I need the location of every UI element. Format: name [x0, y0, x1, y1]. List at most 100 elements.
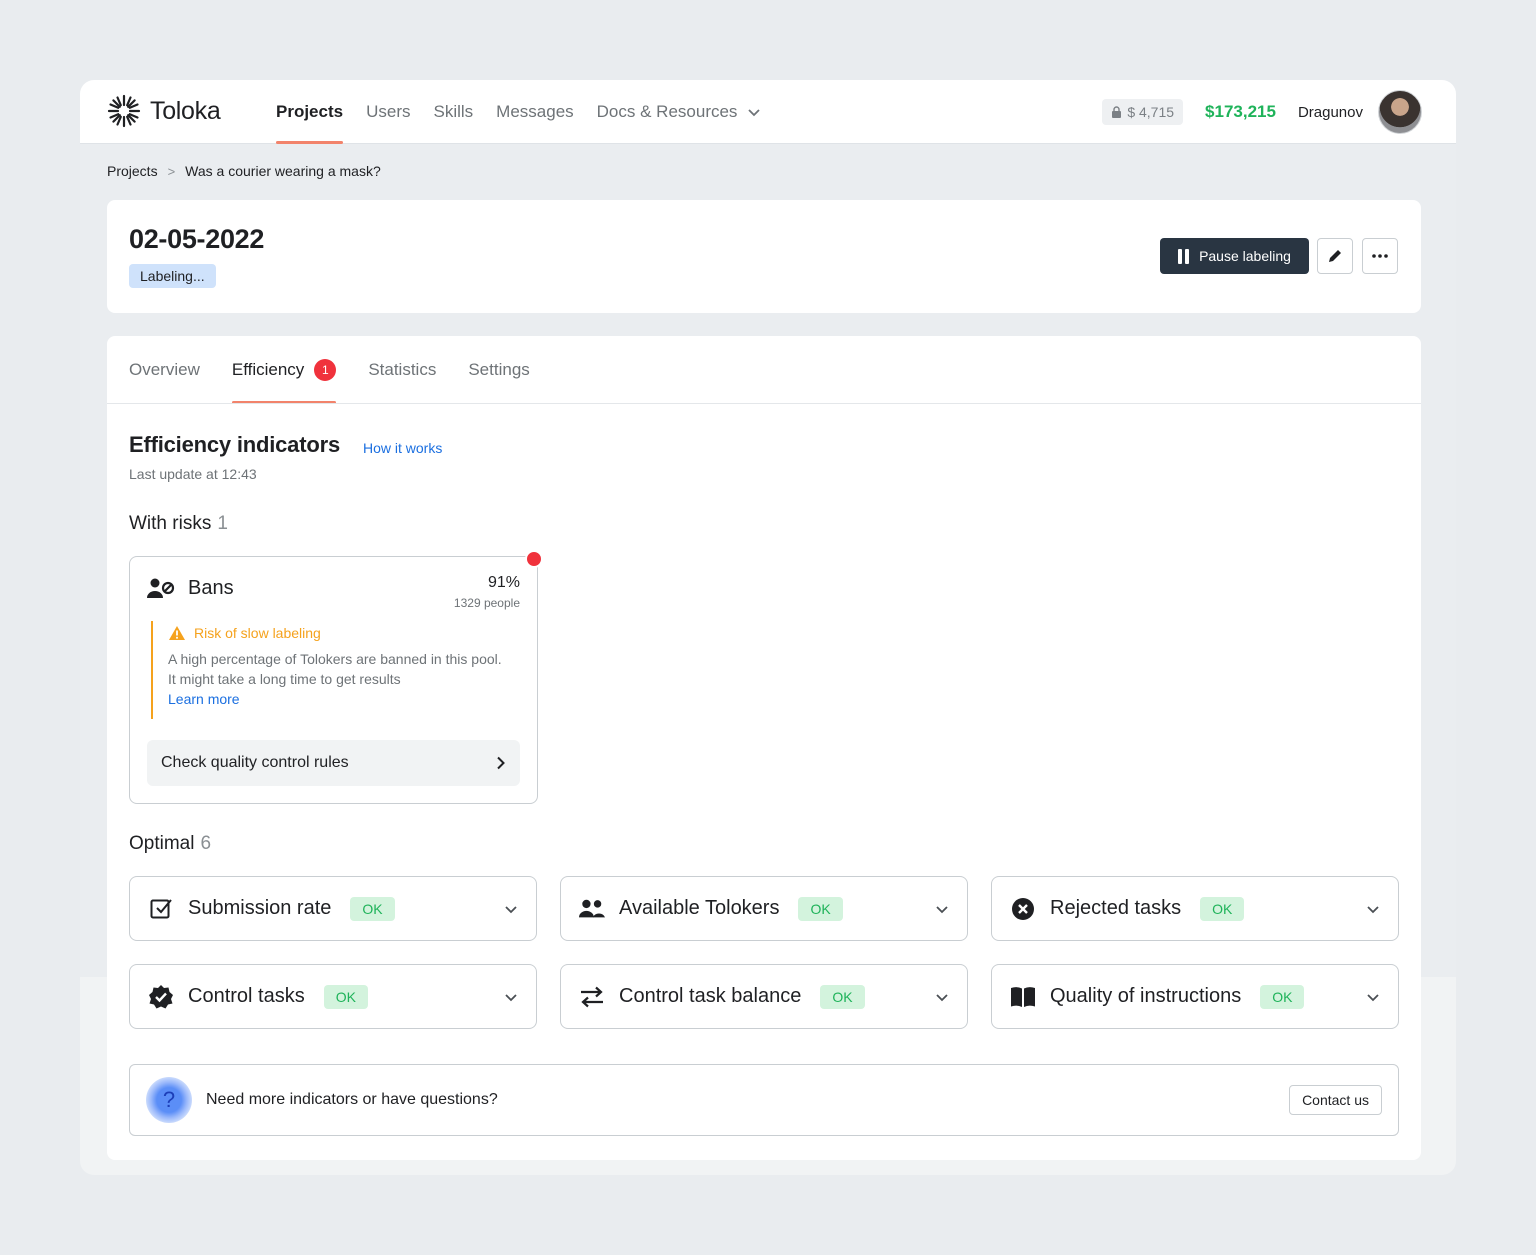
last-update-text: Last update at 12:43	[129, 466, 257, 482]
more-options-button[interactable]	[1362, 238, 1398, 274]
main-nav: Projects Users Skills Messages Docs & Re…	[276, 80, 761, 144]
breadcrumb-current[interactable]: Was a courier wearing a mask?	[185, 163, 381, 179]
top-navigation-bar: Toloka Projects Users Skills Messages Do…	[80, 80, 1456, 144]
with-risks-count: 1	[217, 513, 228, 534]
how-it-works-link[interactable]: How it works	[363, 440, 442, 456]
chevron-down-icon	[748, 109, 761, 117]
contact-us-button[interactable]: Contact us	[1289, 1085, 1382, 1115]
section-title: Efficiency indicators	[129, 432, 340, 457]
tab-bar: Overview Efficiency 1 Statistics Setting…	[129, 336, 530, 404]
indicator-control-tasks[interactable]: Control tasks OK	[129, 964, 537, 1029]
optimal-label: Optimal	[129, 833, 195, 854]
pause-labeling-label: Pause labeling	[1199, 248, 1291, 264]
nav-item-docs-label: Docs & Resources	[596, 102, 738, 121]
chevron-down-icon	[1367, 905, 1379, 913]
ok-badge: OK	[798, 896, 843, 921]
app-name: Toloka	[150, 96, 221, 125]
ok-badge: OK	[1200, 896, 1245, 921]
alert-line-1: A high percentage of Tolokers are banned…	[168, 651, 502, 667]
book-icon	[1010, 984, 1036, 1010]
learn-more-link[interactable]: Learn more	[168, 689, 521, 709]
chevron-right-icon	[497, 756, 505, 770]
username[interactable]: Dragunov	[1298, 104, 1363, 121]
help-banner: ? Need more indicators or have questions…	[129, 1064, 1399, 1136]
chevron-down-icon	[505, 905, 517, 913]
main-content-card: Overview Efficiency 1 Statistics Setting…	[107, 336, 1421, 1160]
check-quality-rules-label: Check quality control rules	[161, 754, 349, 771]
tab-overview[interactable]: Overview	[129, 336, 200, 404]
checkbox-icon	[148, 896, 174, 922]
app-window: Toloka Projects Users Skills Messages Do…	[80, 80, 1456, 1175]
with-risks-label: With risks	[129, 513, 212, 534]
risk-name: Bans	[188, 577, 234, 599]
verified-badge-icon	[148, 984, 174, 1010]
indicator-label: Submission rate	[188, 897, 332, 919]
chevron-down-icon	[936, 905, 948, 913]
warning-icon	[169, 626, 185, 640]
ok-badge: OK	[820, 984, 865, 1009]
with-risks-heading: With risks 1	[129, 513, 228, 535]
avatar[interactable]	[1378, 90, 1422, 134]
indicator-rejected-tasks[interactable]: Rejected tasks OK	[991, 876, 1399, 941]
locked-balance-value: $ 4,715	[1127, 104, 1175, 120]
account-area: $ 4,715 $173,215 Dragunov	[1102, 86, 1422, 138]
toloka-logo-icon	[107, 94, 141, 128]
ok-badge: OK	[323, 984, 368, 1009]
nav-item-docs-resources[interactable]: Docs & Resources	[597, 80, 762, 144]
risk-percent: 91%	[487, 574, 520, 591]
account-balance[interactable]: $173,215	[1205, 102, 1276, 122]
locked-balance[interactable]: $ 4,715	[1102, 99, 1184, 125]
alert-description: A high percentage of Tolokers are banned…	[168, 649, 521, 689]
status-badge: Labeling...	[129, 264, 216, 288]
breadcrumb: Projects > Was a courier wearing a mask?	[107, 163, 381, 179]
tab-efficiency[interactable]: Efficiency 1	[231, 336, 337, 404]
risk-people-count: 1329 people	[453, 596, 520, 610]
alert-heading: Risk of slow labeling	[168, 625, 521, 641]
toloka-logo[interactable]: Toloka	[106, 92, 221, 130]
users-icon	[579, 896, 605, 922]
chevron-down-icon	[936, 993, 948, 1001]
indicator-quality-of-instructions[interactable]: Quality of instructions OK	[991, 964, 1399, 1029]
user-ban-icon	[147, 578, 175, 598]
alert-line-2: It might take a long time to get results	[168, 671, 401, 687]
more-dots-icon	[1372, 254, 1388, 258]
nav-item-messages[interactable]: Messages	[496, 80, 573, 144]
swap-arrows-icon	[579, 984, 605, 1010]
page-title: 02-05-2022	[129, 224, 265, 254]
breadcrumb-projects-link[interactable]: Projects	[107, 163, 158, 179]
indicator-label: Quality of instructions	[1050, 985, 1242, 1007]
indicator-label: Control tasks	[188, 985, 305, 1007]
pool-header-card: 02-05-2022 Labeling... Pause labeling	[107, 200, 1421, 313]
indicator-available-tolokers[interactable]: Available Tolokers OK	[560, 876, 968, 941]
risk-card-bans: Bans 91% 1329 people Risk of slow labeli…	[129, 556, 538, 804]
ok-badge: OK	[1260, 984, 1305, 1009]
indicator-submission-rate[interactable]: Submission rate OK	[129, 876, 537, 941]
optimal-heading: Optimal 6	[129, 833, 211, 855]
indicator-label: Available Tolokers	[619, 897, 780, 919]
nav-item-projects[interactable]: Projects	[276, 80, 344, 144]
question-icon: ?	[146, 1077, 192, 1123]
ok-badge: OK	[350, 896, 395, 921]
breadcrumb-separator-icon: >	[167, 163, 176, 179]
chevron-down-icon	[1367, 993, 1379, 1001]
help-text: Need more indicators or have questions?	[206, 1091, 498, 1108]
risk-indicator-dot	[525, 550, 543, 568]
alert-title: Risk of slow labeling	[194, 625, 321, 641]
pencil-icon	[1329, 250, 1341, 262]
nav-item-skills[interactable]: Skills	[434, 80, 474, 144]
check-quality-rules-button[interactable]: Check quality control rules	[147, 740, 520, 786]
nav-item-users[interactable]: Users	[366, 80, 410, 144]
edit-button[interactable]	[1317, 238, 1353, 274]
indicator-control-task-balance[interactable]: Control task balance OK	[560, 964, 968, 1029]
tab-efficiency-label: Efficiency	[231, 360, 305, 379]
indicator-label: Rejected tasks	[1050, 897, 1182, 919]
optimal-count: 6	[200, 833, 212, 854]
x-circle-icon	[1010, 896, 1036, 922]
pause-icon	[1178, 248, 1190, 264]
indicator-label: Control task balance	[619, 985, 802, 1007]
pause-labeling-button[interactable]: Pause labeling	[1160, 238, 1309, 274]
tab-settings[interactable]: Settings	[468, 336, 529, 404]
risk-alert: Risk of slow labeling A high percentage …	[151, 621, 521, 719]
chevron-down-icon	[505, 993, 517, 1001]
tab-statistics[interactable]: Statistics	[368, 336, 436, 404]
